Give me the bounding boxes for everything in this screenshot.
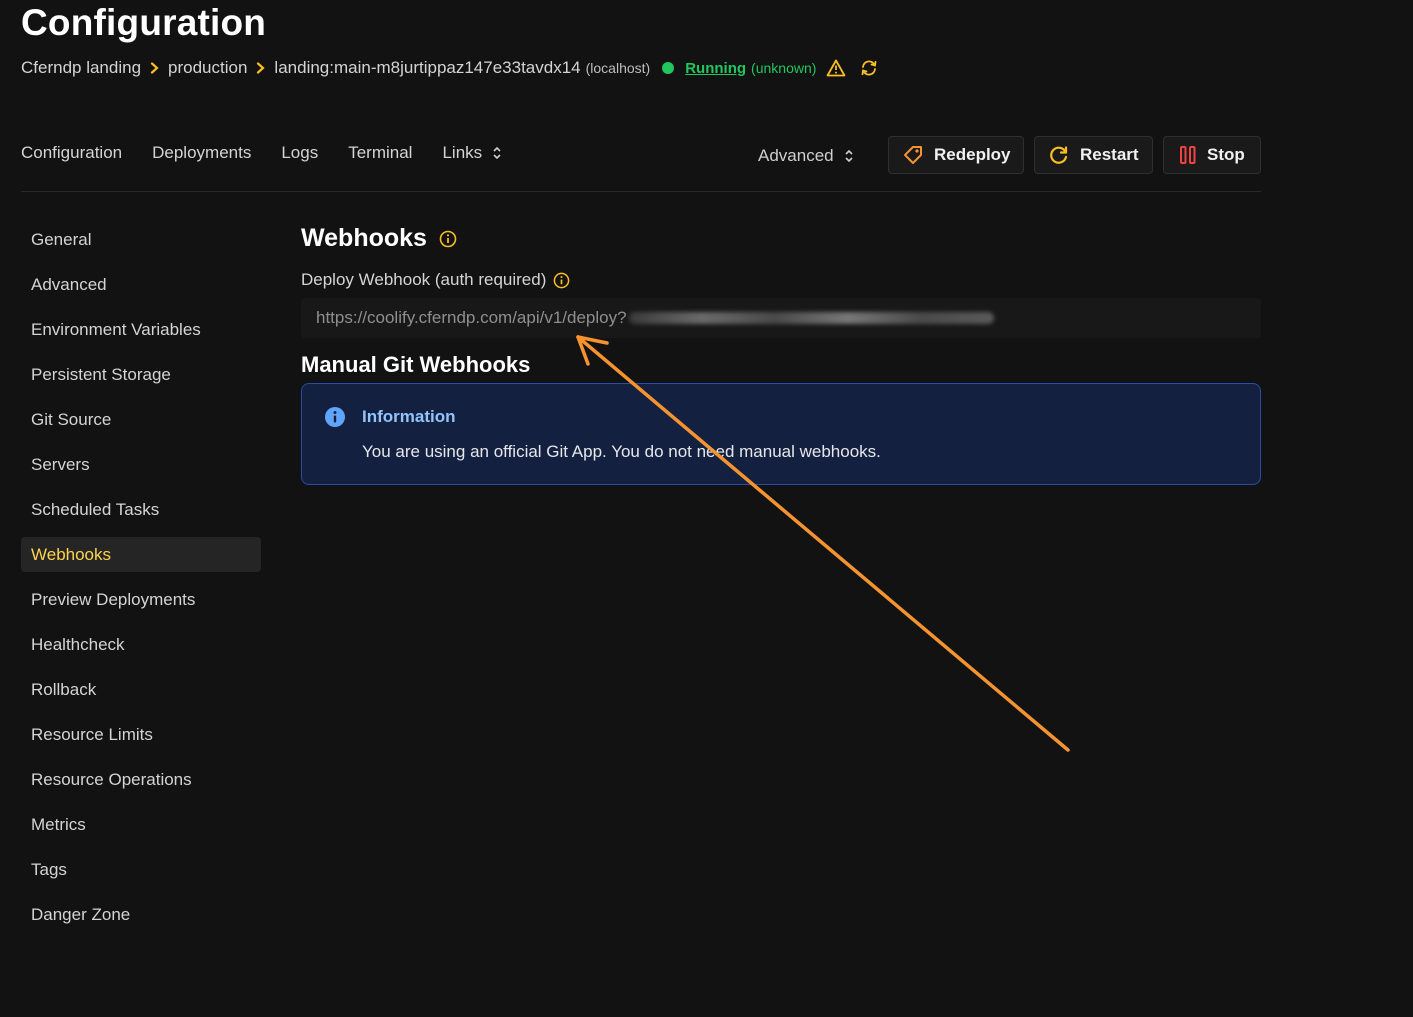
restart-button[interactable]: Restart [1034, 136, 1153, 174]
chevron-right-icon [256, 62, 266, 74]
breadcrumb-resource[interactable]: landing:main-m8jurtippaz147e33tavdx14 [274, 58, 580, 78]
tab-logs[interactable]: Logs [281, 143, 318, 163]
sidebar-item-persistent-storage[interactable]: Persistent Storage [21, 357, 261, 392]
refresh-icon[interactable] [860, 59, 878, 77]
sidebar-item-rollback[interactable]: Rollback [21, 672, 261, 707]
advanced-dropdown[interactable]: Advanced [758, 146, 854, 166]
restart-button-label: Restart [1080, 145, 1139, 164]
info-icon[interactable] [553, 272, 570, 289]
chevron-up-down-icon [845, 149, 853, 163]
status-running-link[interactable]: Running [685, 60, 746, 77]
sidebar-item-environment-variables[interactable]: Environment Variables [21, 312, 261, 347]
warning-icon[interactable] [826, 59, 846, 77]
tab-configuration[interactable]: Configuration [21, 143, 122, 163]
sidebar-menu: General Advanced Environment Variables P… [21, 222, 261, 942]
chevron-up-down-icon [493, 146, 501, 160]
info-alert-title: Information [362, 407, 456, 426]
info-icon[interactable] [439, 230, 457, 248]
redeploy-button-label: Redeploy [934, 145, 1011, 164]
breadcrumb-project[interactable]: Cferndp landing [21, 58, 141, 78]
deploy-webhook-field[interactable]: https://coolify.cferndp.com/api/v1/deplo… [301, 298, 1261, 338]
sidebar-item-git-source[interactable]: Git Source [21, 402, 261, 437]
sidebar-item-resource-limits[interactable]: Resource Limits [21, 717, 261, 752]
sidebar-item-danger-zone[interactable]: Danger Zone [21, 897, 261, 932]
sidebar-item-resource-operations[interactable]: Resource Operations [21, 762, 261, 797]
info-alert-text: You are using an official Git App. You d… [362, 442, 881, 461]
sidebar-item-tags[interactable]: Tags [21, 852, 261, 887]
webhooks-title: Webhooks [301, 224, 427, 252]
sidebar-item-healthcheck[interactable]: Healthcheck [21, 627, 261, 662]
breadcrumb: Cferndp landing production landing:main-… [21, 57, 878, 79]
sidebar-item-scheduled-tasks[interactable]: Scheduled Tasks [21, 492, 261, 527]
advanced-dropdown-label: Advanced [758, 146, 834, 165]
tag-icon [904, 146, 922, 164]
status-dot-icon [662, 62, 675, 74]
info-circle-icon [325, 407, 345, 427]
redeploy-button[interactable]: Redeploy [888, 136, 1024, 174]
sidebar-item-advanced[interactable]: Advanced [21, 267, 261, 302]
deploy-webhook-label: Deploy Webhook (auth required) [301, 270, 570, 290]
redacted-token [628, 312, 994, 324]
deploy-webhook-url: https://coolify.cferndp.com/api/v1/deplo… [316, 308, 627, 327]
sidebar-item-webhooks[interactable]: Webhooks [21, 537, 261, 572]
sidebar-item-servers[interactable]: Servers [21, 447, 261, 482]
info-alert: Information You are using an official Gi… [301, 383, 1261, 485]
restart-icon [1050, 146, 1068, 164]
stop-icon [1180, 146, 1196, 164]
sidebar-item-general[interactable]: General [21, 222, 261, 257]
tabs-divider [21, 191, 1261, 192]
breadcrumb-environment[interactable]: production [168, 58, 247, 78]
stop-button-label: Stop [1207, 145, 1245, 164]
resource-tabs: Configuration Deployments Logs Terminal … [21, 143, 532, 163]
tab-terminal[interactable]: Terminal [348, 143, 412, 163]
tab-links-label: Links [442, 143, 483, 162]
sidebar-item-preview-deployments[interactable]: Preview Deployments [21, 582, 261, 617]
chevron-right-icon [150, 62, 159, 74]
stop-button[interactable]: Stop [1163, 136, 1261, 174]
health-status: (unknown) [751, 60, 817, 76]
tab-links[interactable]: Links [442, 143, 502, 163]
page-title: Configuration [21, 2, 267, 43]
sidebar-item-metrics[interactable]: Metrics [21, 807, 261, 842]
breadcrumb-server: (localhost) [585, 60, 651, 76]
tab-deployments[interactable]: Deployments [152, 143, 251, 163]
manual-git-webhooks-title: Manual Git Webhooks [301, 352, 531, 377]
deploy-webhook-label-text: Deploy Webhook (auth required) [301, 270, 547, 289]
webhooks-heading: Webhooks [301, 224, 457, 253]
